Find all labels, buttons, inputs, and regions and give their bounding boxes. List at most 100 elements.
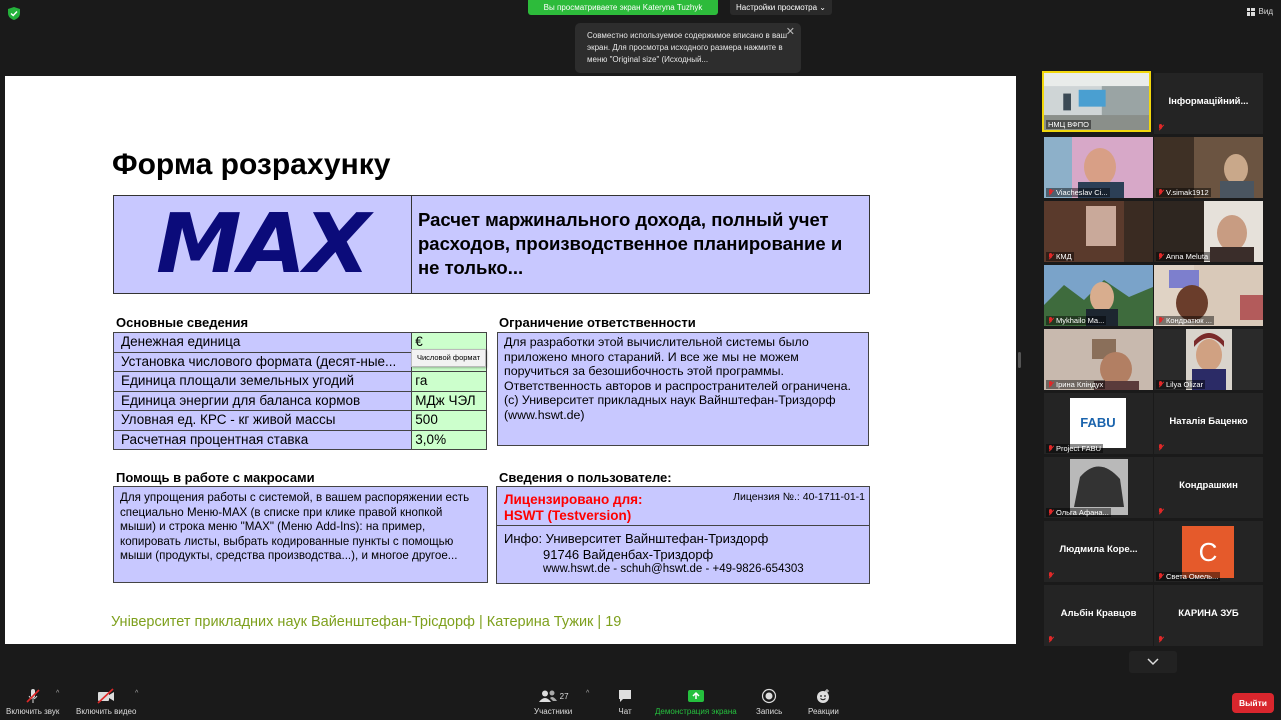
view-options-label: Настройки просмотра: [736, 3, 818, 12]
participant-name: Mykhailo Ma...: [1046, 316, 1107, 325]
user-info-box: Лицензировано для: HSWT (Testversion) Ли…: [496, 486, 870, 584]
name-text: V.simak1912: [1166, 188, 1209, 197]
participant-name: КМД: [1046, 252, 1074, 261]
avatar: С: [1182, 526, 1234, 578]
participants-label: Участники: [534, 707, 573, 716]
slide-title: Форма розрахунку: [112, 148, 391, 181]
mic-muted-icon: [1158, 253, 1164, 260]
license-number: Лицензия №.: 40-1711-01-1: [733, 491, 865, 503]
start-video-label: Включить видео: [76, 707, 137, 716]
more-participants-button[interactable]: [1129, 651, 1177, 673]
macros-title: Помощь в работе с макросами: [116, 470, 315, 485]
row-value[interactable]: 3,0%: [411, 429, 487, 450]
participant-name: НМЦ ВФПО: [1046, 120, 1091, 129]
participant-tile[interactable]: Anna Meluta: [1154, 201, 1263, 262]
mic-off-icon: [26, 689, 40, 703]
participant-tile[interactable]: КАРИНА ЗУБ: [1154, 585, 1263, 646]
mic-muted-icon: [1158, 636, 1164, 643]
participant-tile[interactable]: Ірина Кліндух: [1044, 329, 1153, 390]
participant-tile[interactable]: НМЦ ВФПО: [1042, 71, 1151, 132]
tooltip-text: Совместно используемое содержимое вписан…: [587, 31, 788, 64]
mic-muted-icon: [1048, 253, 1054, 260]
info-line: www.hswt.de - schuh@hswt.de - +49-9826-6…: [543, 563, 804, 575]
row-key: Единица площали земельных угодий: [112, 371, 413, 392]
reactions-button[interactable]: Реакции: [808, 688, 839, 716]
mic-muted-icon: [1158, 573, 1164, 580]
chat-label: Чат: [618, 707, 632, 716]
fit-screen-tooltip: Совместно используемое содержимое вписан…: [575, 23, 801, 73]
row-key: Уловная ед. КРС - кг живой массы: [112, 410, 413, 431]
participant-tile[interactable]: FABU Project FABU: [1044, 393, 1153, 454]
view-options-dropdown[interactable]: Настройки просмотра ⌄: [730, 0, 832, 15]
chat-button[interactable]: Чат: [617, 688, 633, 716]
basic-info-title: Основные сведения: [116, 315, 249, 330]
participant-tile[interactable]: С Света Омель...: [1154, 521, 1263, 582]
mic-muted-icon: [1048, 381, 1054, 388]
participant-name: Людмила Коре...: [1059, 544, 1138, 555]
participants-icon-wrap: 27: [534, 688, 572, 704]
participant-tile[interactable]: Ольга Афана...: [1044, 457, 1153, 518]
name-text: Lilya Olizar: [1166, 380, 1204, 389]
row-key: Расчетная процентная ставка: [112, 429, 413, 450]
max-logo: MAX: [156, 197, 371, 292]
participant-name: Anna Meluta: [1156, 252, 1211, 261]
participant-name: Наталія Баценко: [1169, 416, 1248, 427]
reactions-icon: [817, 689, 830, 703]
name-text: Anna Meluta: [1166, 252, 1209, 261]
mic-muted-icon: [1048, 317, 1054, 324]
participant-tile[interactable]: Альбін Кравцов: [1044, 585, 1153, 646]
participant-tile[interactable]: Інформаційний...: [1154, 73, 1263, 134]
participant-name: Інформаційний...: [1168, 96, 1249, 107]
table-row: Единица энергии для баланса кормов МДж ЧЭ…: [112, 390, 487, 411]
leave-button[interactable]: Выйти: [1232, 693, 1274, 713]
max-logo-cell: MAX: [114, 196, 412, 293]
participant-name: Lilya Olizar: [1156, 380, 1206, 389]
zoom-window: Вы просматриваете экран Kateryna Tuzhyk …: [0, 0, 1281, 720]
view-button[interactable]: Вид: [1246, 7, 1273, 16]
reactions-label: Реакции: [808, 707, 839, 716]
participant-tile[interactable]: Mykhailo Ma...: [1044, 265, 1153, 326]
view-button-label: Вид: [1258, 7, 1273, 16]
participants-options-caret[interactable]: ^: [586, 690, 589, 697]
participant-name: Viacheslav Сі...: [1046, 188, 1110, 197]
share-screen-button[interactable]: Демонстрация экрана: [655, 688, 737, 716]
unmute-button[interactable]: Включить звук: [6, 688, 59, 716]
row-value[interactable]: МДж ЧЭЛ: [411, 390, 487, 411]
chat-icon: [619, 690, 631, 702]
participant-tile[interactable]: Viacheslav Сі...: [1044, 137, 1153, 198]
name-text: Кондратюк ...: [1166, 316, 1212, 325]
headline: Расчет маржинального дохода, полный учет…: [418, 209, 843, 278]
participant-tile[interactable]: КМД: [1044, 201, 1153, 262]
audio-options-caret[interactable]: ^: [56, 690, 59, 697]
participant-tile[interactable]: Кондрашкин: [1154, 457, 1263, 518]
shared-screen: Форма розрахунку MAX Расчет маржинальног…: [5, 76, 1016, 644]
participant-tile[interactable]: V.simak1912: [1154, 137, 1263, 198]
panel-resize-handle[interactable]: [1018, 352, 1021, 368]
close-icon[interactable]: ✕: [786, 26, 795, 38]
participant-name: Project FABU: [1046, 444, 1104, 453]
row-value[interactable]: га: [411, 371, 487, 392]
participant-tile[interactable]: Людмила Коре...: [1044, 521, 1153, 582]
row-value[interactable]: 500: [411, 410, 487, 431]
participant-name: Ірина Кліндух: [1046, 380, 1106, 389]
start-video-button[interactable]: Включить видео: [76, 688, 136, 716]
name-text: Света Омель...: [1166, 572, 1219, 581]
user-info-title: Сведения о пользователе:: [499, 470, 672, 485]
participant-tile[interactable]: Lilya Olizar: [1154, 329, 1263, 390]
macros-text: Для упрощения работы с системой, в вашем…: [113, 486, 488, 583]
participant-name: КАРИНА ЗУБ: [1178, 608, 1239, 619]
security-shield-icon[interactable]: [8, 7, 20, 20]
participant-tile[interactable]: Наталія Баценко: [1154, 393, 1263, 454]
info-line: 91746 Вайденбах-Триздорф: [543, 546, 714, 562]
participants-button[interactable]: 27 Участники: [534, 688, 572, 716]
participant-name: Альбін Кравцов: [1060, 608, 1137, 619]
video-options-caret[interactable]: ^: [135, 690, 138, 697]
disclaimer-title: Ограничение ответственности: [499, 315, 696, 330]
name-text: Project FABU: [1056, 444, 1102, 453]
participant-tile[interactable]: Кондратюк ...: [1154, 265, 1263, 326]
record-button[interactable]: Запись: [756, 688, 782, 716]
licensee: HSWT (Testversion): [504, 508, 632, 523]
mic-muted-icon: [1158, 381, 1164, 388]
slide-footer: Університет прикладних наук Вайенштефан-…: [111, 614, 622, 630]
fabu-logo: FABU: [1070, 398, 1126, 448]
